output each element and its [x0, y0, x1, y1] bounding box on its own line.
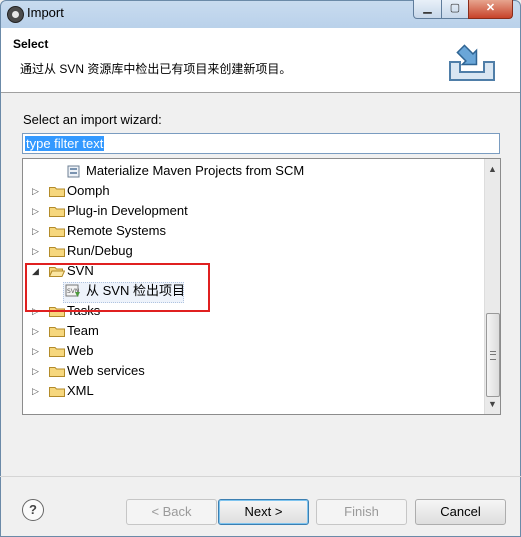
scrollbar-thumb[interactable] — [486, 313, 500, 397]
tree-item-run-debug[interactable]: ▷ Run/Debug — [23, 241, 483, 261]
minimize-button[interactable]: ▁ — [413, 0, 442, 19]
tree-item-plugin-development[interactable]: ▷ Plug-in Development — [23, 201, 483, 221]
back-button[interactable]: < Back — [126, 499, 217, 525]
folder-icon — [49, 367, 65, 377]
banner-description: 通过从 SVN 资源库中检出已有项目来创建新项目。 — [20, 62, 292, 76]
folder-icon — [49, 247, 65, 257]
expand-arrow-icon[interactable]: ▷ — [32, 341, 42, 361]
banner-title: Select — [13, 37, 49, 51]
folder-icon — [49, 347, 65, 357]
scroll-down-arrow-icon[interactable]: ▼ — [485, 396, 500, 413]
import-wizard-icon — [449, 44, 495, 81]
tree-item-web[interactable]: ▷ Web — [23, 341, 483, 361]
finish-button[interactable]: Finish — [316, 499, 407, 525]
button-bar-separator — [0, 476, 521, 477]
wizard-label: Select an import wizard: — [23, 112, 162, 127]
tree-item-label: Materialize Maven Projects from SCM — [86, 163, 305, 178]
expand-arrow-icon[interactable]: ▷ — [32, 181, 42, 201]
tree-item-oomph[interactable]: ▷ Oomph — [23, 181, 483, 201]
expand-arrow-icon[interactable]: ▷ — [32, 321, 42, 341]
tree-item[interactable]: Materialize Maven Projects from SCM — [23, 161, 483, 181]
expand-arrow-icon[interactable]: ▷ — [32, 361, 42, 381]
scroll-up-arrow-icon[interactable]: ▲ — [485, 161, 500, 178]
filter-input[interactable]: type filter text — [22, 133, 500, 154]
folder-icon — [49, 227, 65, 237]
tree-item-label: Run/Debug — [67, 243, 133, 258]
tree-item-label: Team — [67, 323, 99, 338]
tree-item-web-services[interactable]: ▷ Web services — [23, 361, 483, 381]
tree-item-label: Plug-in Development — [67, 203, 188, 218]
close-button[interactable]: ✕ — [468, 0, 513, 19]
tree-item-label: Web — [67, 343, 94, 358]
tree-item-label: Remote Systems — [67, 223, 166, 238]
expand-arrow-icon[interactable]: ▷ — [32, 201, 42, 221]
annotation-highlight-box — [25, 263, 210, 312]
expand-arrow-icon[interactable]: ▷ — [32, 221, 42, 241]
tree-scrollbar[interactable]: ▲ ▼ — [484, 159, 500, 414]
tree-item-team[interactable]: ▷ Team — [23, 321, 483, 341]
folder-icon — [49, 387, 65, 397]
tree-item-label: XML — [67, 383, 94, 398]
maximize-button[interactable]: ▢ — [441, 0, 469, 19]
folder-icon — [49, 327, 65, 337]
grip-icon — [490, 351, 496, 360]
tree-item-remote-systems[interactable]: ▷ Remote Systems — [23, 221, 483, 241]
title-bar: Import ▁ ▢ ✕ — [0, 0, 521, 28]
wizard-banner: Select 通过从 SVN 资源库中检出已有项目来创建新项目。 — [1, 28, 520, 93]
cancel-button[interactable]: Cancel — [415, 499, 506, 525]
next-button[interactable]: Next > — [218, 499, 309, 525]
folder-icon — [49, 187, 65, 197]
tree-item-label: Oomph — [67, 183, 110, 198]
folder-icon — [49, 207, 65, 217]
maven-icon — [67, 165, 80, 178]
expand-arrow-icon[interactable]: ▷ — [32, 381, 42, 401]
tree-item-xml[interactable]: ▷ XML — [23, 381, 483, 401]
window-title: Import — [27, 5, 64, 20]
eclipse-app-icon — [7, 6, 24, 23]
help-icon[interactable]: ? — [22, 499, 44, 521]
tree-item-label: Web services — [67, 363, 145, 378]
filter-input-text: type filter text — [25, 136, 105, 151]
expand-arrow-icon[interactable]: ▷ — [32, 241, 42, 261]
